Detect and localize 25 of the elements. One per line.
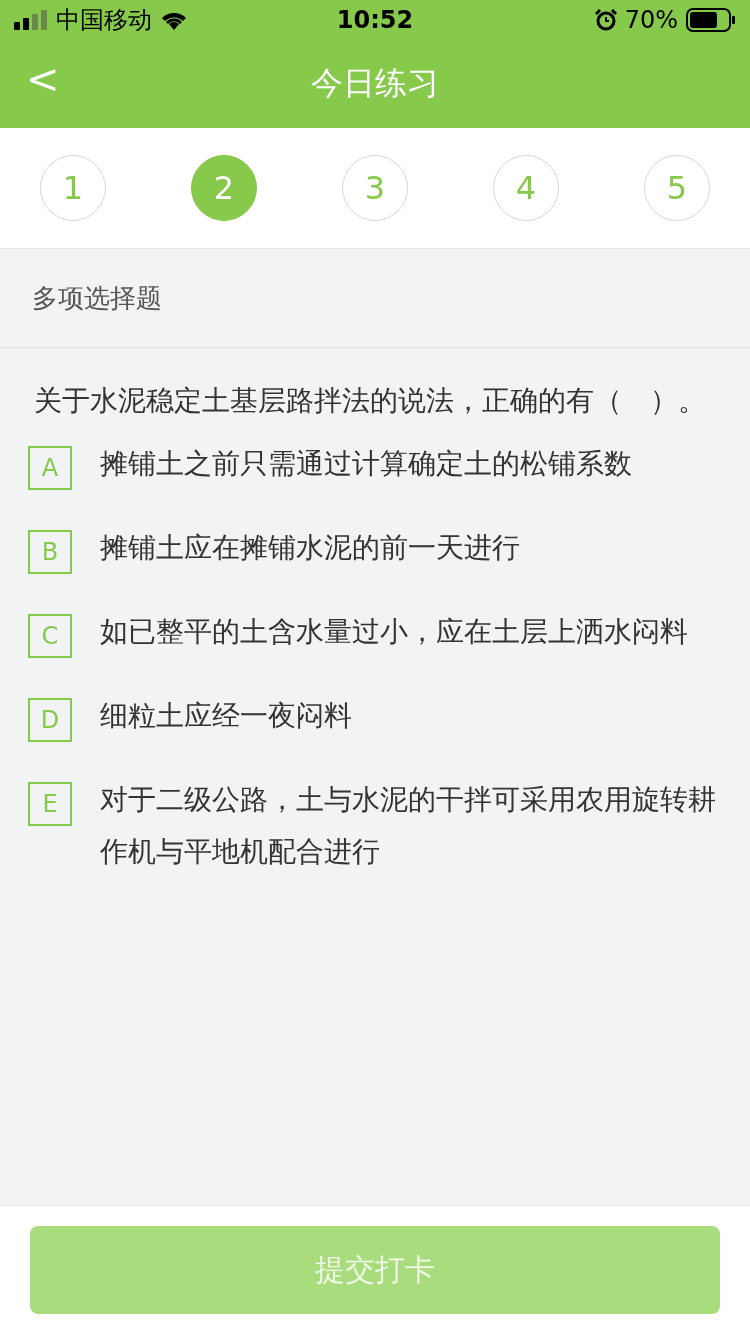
question-number-tab[interactable]: 2 — [191, 155, 257, 221]
option-checkbox[interactable]: D — [28, 698, 72, 742]
question-number-tab[interactable]: 4 — [493, 155, 559, 221]
signal-icon — [14, 10, 48, 30]
battery-icon — [686, 8, 736, 32]
option-text[interactable]: 对于二级公路，土与水泥的干拌可采用农用旋转耕作机与平地机配合进行 — [100, 774, 716, 878]
page-title: 今日练习 — [311, 63, 439, 104]
option-checkbox[interactable]: B — [28, 530, 72, 574]
option-checkbox[interactable]: C — [28, 614, 72, 658]
question-text: 关于水泥稳定土基层路拌法的说法，正确的有（ ）。 — [34, 383, 707, 419]
question-number-tab[interactable]: 5 — [644, 155, 710, 221]
question-type: 多项选择题 — [32, 285, 162, 311]
option-text[interactable]: 细粒土应经一夜闷料 — [100, 690, 352, 742]
alarm-clock-icon — [594, 9, 617, 31]
option-text[interactable]: 如已整平的土含水量过小，应在土层上洒水闷料 — [100, 606, 688, 658]
option-checkbox[interactable]: E — [28, 782, 72, 826]
option-text[interactable]: 摊铺土应在摊铺水泥的前一天进行 — [100, 522, 520, 574]
question-number-tab[interactable]: 1 — [40, 155, 106, 221]
clock-time: 10:52 — [336, 6, 414, 34]
question-number-tab[interactable]: 3 — [342, 155, 408, 221]
option-text[interactable]: 摊铺土之前只需通过计算确定土的松铺系数 — [100, 438, 632, 490]
carrier-name: 中国移动 — [56, 5, 152, 36]
option-checkbox[interactable]: A — [28, 446, 72, 490]
battery-percent: 70% — [624, 6, 678, 34]
back-button[interactable]: < — [26, 56, 60, 102]
